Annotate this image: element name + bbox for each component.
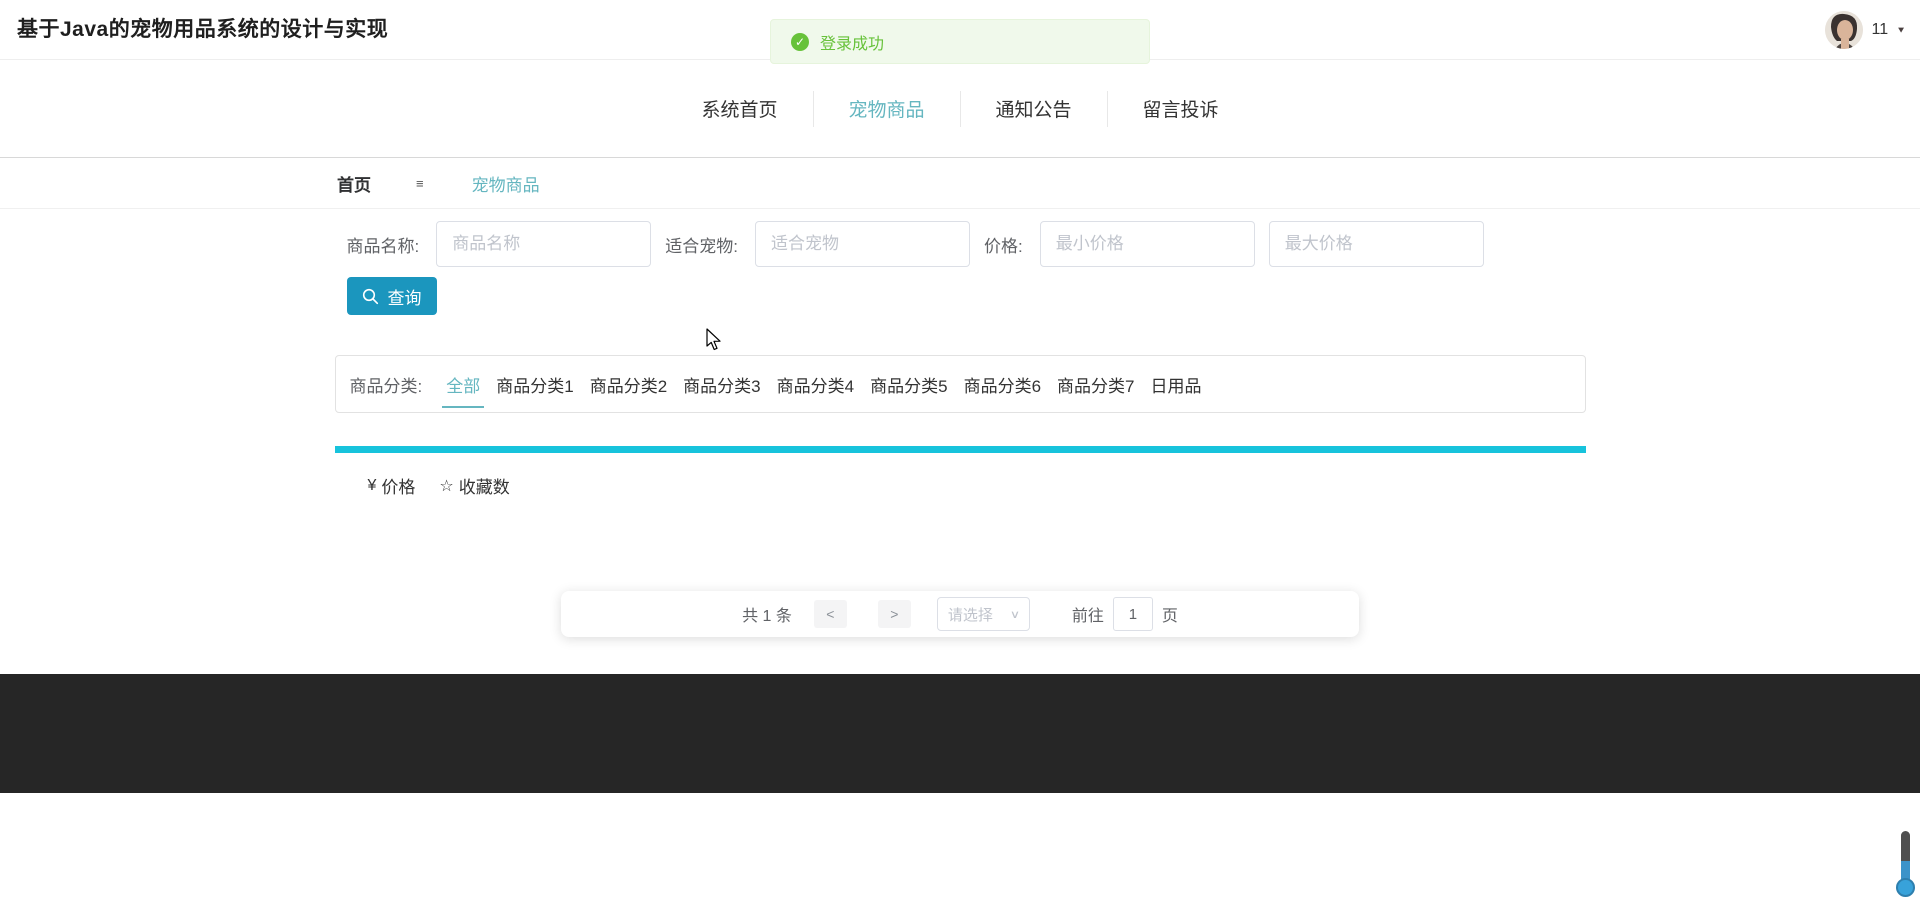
toast-message: 登录成功 xyxy=(820,35,885,53)
sort-bar: ¥ 价格 ☆ 收藏数 xyxy=(335,473,1586,498)
pagination-total: 共 1 条 xyxy=(742,608,792,625)
min-price-input[interactable] xyxy=(1039,221,1255,267)
max-price-input[interactable] xyxy=(1268,221,1484,267)
avatar-image xyxy=(1825,11,1864,49)
category-filter: 商品分类: 全部 商品分类1 商品分类2 商品分类3 商品分类4 商品分类5 商… xyxy=(334,355,1586,413)
user-badge: 11 xyxy=(1871,21,1889,38)
nav-item-system-home[interactable]: 系统首页 xyxy=(667,95,813,122)
main-nav: 系统首页 宠物商品 通知公告 留言投诉 xyxy=(0,60,1920,158)
thermometer-stem xyxy=(1900,831,1910,881)
goto-label: 前往 xyxy=(1071,608,1104,625)
user-menu[interactable]: 11 ▼ xyxy=(1825,0,1906,60)
breadcrumb: 首页 ≡ 宠物商品 xyxy=(0,158,1920,209)
chevron-down-icon[interactable]: ▼ xyxy=(1896,25,1906,34)
category-option-1[interactable]: 商品分类1 xyxy=(496,372,573,397)
nav-item-announcements[interactable]: 通知公告 xyxy=(961,95,1107,122)
suitable-pet-input[interactable] xyxy=(754,221,970,267)
sort-price-label: 价格 xyxy=(381,478,416,497)
page-title: 基于Java的宠物用品系统的设计与实现 xyxy=(17,18,389,41)
category-option-all[interactable]: 全部 xyxy=(442,372,485,408)
page-size-placeholder: 请选择 xyxy=(947,606,993,624)
page-suffix-label: 页 xyxy=(1161,608,1178,625)
product-name-label: 商品名称: xyxy=(346,236,420,256)
category-option-daily[interactable]: 日用品 xyxy=(1151,372,1202,397)
category-option-4[interactable]: 商品分类4 xyxy=(777,372,854,397)
next-page-button[interactable]: > xyxy=(877,600,911,628)
pagination: 共 1 条 < > 请选择 ∨ 前往 页 xyxy=(561,591,1359,637)
category-label: 商品分类: xyxy=(349,376,423,396)
toast-success: ✓ 登录成功 xyxy=(770,19,1150,64)
divider-bar xyxy=(334,446,1586,453)
category-option-2[interactable]: 商品分类2 xyxy=(590,372,667,397)
sort-by-price[interactable]: ¥ 价格 xyxy=(368,473,416,498)
breadcrumb-current: 宠物商品 xyxy=(471,175,540,195)
success-icon: ✓ xyxy=(791,32,809,51)
nav-item-pet-products[interactable]: 宠物商品 xyxy=(814,95,960,122)
thermometer-bulb xyxy=(1895,878,1915,897)
price-label: 价格: xyxy=(983,236,1023,256)
page: 基于Java的宠物用品系统的设计与实现 11 ▼ ✓ 登录成功 系统首页 宠物商… xyxy=(0,0,1920,916)
sort-by-favorites[interactable]: ☆ 收藏数 xyxy=(439,473,509,498)
query-button[interactable]: 查询 xyxy=(346,277,437,315)
category-option-5[interactable]: 商品分类5 xyxy=(870,372,947,397)
star-icon: ☆ xyxy=(439,477,454,495)
search-form: 商品名称: 适合宠物: 价格: xyxy=(335,221,1586,267)
prev-page-button[interactable]: < xyxy=(813,600,847,628)
thermometer-widget[interactable] xyxy=(1894,831,1916,897)
search-icon xyxy=(362,288,378,304)
breadcrumb-separator-icon: ≡ xyxy=(416,175,424,191)
breadcrumb-home[interactable]: 首页 xyxy=(337,171,371,196)
nav-item-complaints[interactable]: 留言投诉 xyxy=(1108,95,1254,122)
sort-favorites-label: 收藏数 xyxy=(458,478,510,497)
category-option-3[interactable]: 商品分类3 xyxy=(683,372,760,397)
category-option-6[interactable]: 商品分类6 xyxy=(964,372,1041,397)
chevron-down-icon: ∨ xyxy=(1009,608,1021,621)
product-name-input[interactable] xyxy=(436,221,652,267)
yen-icon: ¥ xyxy=(367,476,377,494)
query-button-label: 查询 xyxy=(387,288,422,308)
page-number-input[interactable] xyxy=(1112,597,1153,631)
footer-bar xyxy=(0,674,1920,793)
main-content: 商品名称: 适合宠物: 价格: 查询 商品分类: 全部 商品分类1 商品分类2 … xyxy=(334,221,1586,674)
suitable-pet-label: 适合宠物: xyxy=(665,236,738,256)
category-option-7[interactable]: 商品分类7 xyxy=(1057,372,1134,397)
user-avatar[interactable] xyxy=(1825,11,1864,49)
page-size-select[interactable]: 请选择 ∨ xyxy=(936,597,1030,631)
